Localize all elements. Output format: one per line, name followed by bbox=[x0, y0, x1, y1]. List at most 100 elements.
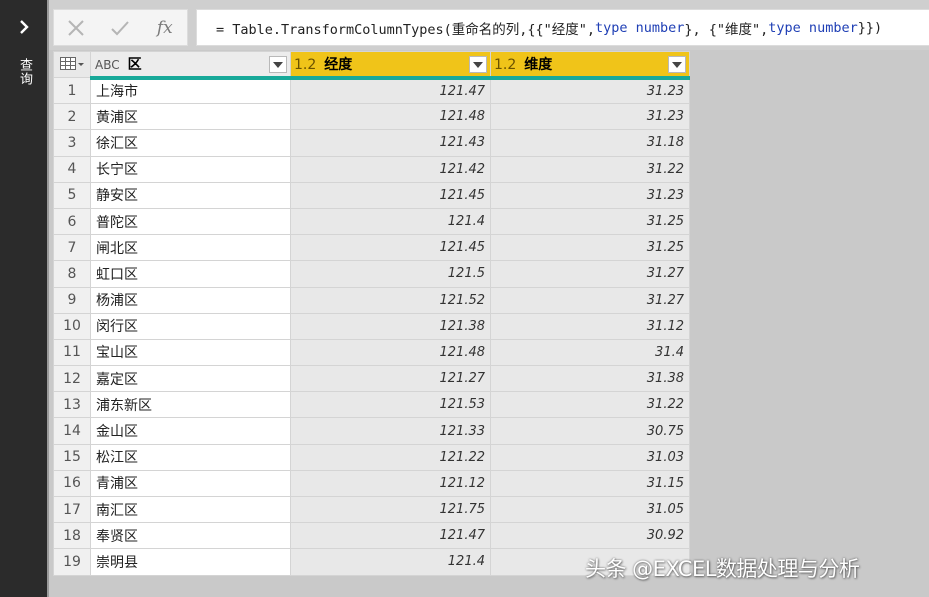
district-cell[interactable]: 金山区 bbox=[91, 418, 291, 444]
table-row[interactable]: 9杨浦区121.5231.27 bbox=[54, 287, 690, 313]
district-cell[interactable]: 闸北区 bbox=[91, 235, 291, 261]
latitude-cell[interactable]: 31.22 bbox=[491, 156, 690, 182]
longitude-cell[interactable]: 121.4 bbox=[291, 208, 491, 234]
table-row[interactable]: 16青浦区121.1231.15 bbox=[54, 470, 690, 496]
decimal-type-icon[interactable]: 1.2 bbox=[494, 57, 516, 73]
table-row[interactable]: 3徐汇区121.4331.18 bbox=[54, 130, 690, 156]
column-header-latitude[interactable]: 1.2维度 bbox=[491, 52, 690, 78]
longitude-cell[interactable]: 121.52 bbox=[291, 287, 491, 313]
table-row[interactable]: 2黄浦区121.4831.23 bbox=[54, 104, 690, 130]
longitude-cell[interactable]: 121.47 bbox=[291, 523, 491, 549]
row-number: 15 bbox=[54, 444, 91, 470]
table-row[interactable]: 8虹口区121.531.27 bbox=[54, 261, 690, 287]
longitude-cell[interactable]: 121.33 bbox=[291, 418, 491, 444]
district-cell[interactable]: 南汇区 bbox=[91, 497, 291, 523]
district-cell[interactable]: 虹口区 bbox=[91, 261, 291, 287]
expand-queries-button[interactable] bbox=[0, 10, 47, 44]
pane-divider bbox=[47, 0, 49, 597]
district-cell[interactable]: 闵行区 bbox=[91, 313, 291, 339]
longitude-cell[interactable]: 121.43 bbox=[291, 130, 491, 156]
latitude-cell[interactable]: 31.18 bbox=[491, 130, 690, 156]
column-name: 经度 bbox=[324, 57, 352, 73]
column-header-longitude[interactable]: 1.2 经度 bbox=[291, 52, 491, 78]
latitude-cell[interactable]: 31.05 bbox=[491, 497, 690, 523]
district-cell[interactable]: 静安区 bbox=[91, 182, 291, 208]
latitude-cell[interactable]: 31.25 bbox=[491, 208, 690, 234]
latitude-cell[interactable]: 31.23 bbox=[491, 104, 690, 130]
filter-dropdown-button[interactable] bbox=[469, 56, 487, 73]
table-row[interactable]: 18奉贤区121.4730.92 bbox=[54, 523, 690, 549]
district-cell[interactable]: 嘉定区 bbox=[91, 366, 291, 392]
district-cell[interactable]: 青浦区 bbox=[91, 470, 291, 496]
longitude-cell[interactable]: 121.47 bbox=[291, 78, 491, 104]
column-header-district[interactable]: ABC区 bbox=[91, 52, 291, 78]
district-cell[interactable]: 浦东新区 bbox=[91, 392, 291, 418]
table-row[interactable]: 15松江区121.2231.03 bbox=[54, 444, 690, 470]
longitude-cell[interactable]: 121.48 bbox=[291, 104, 491, 130]
insert-function-button[interactable]: fx bbox=[143, 10, 187, 45]
table-row[interactable]: 12嘉定区121.2731.38 bbox=[54, 366, 690, 392]
longitude-cell[interactable]: 121.45 bbox=[291, 182, 491, 208]
district-cell[interactable]: 普陀区 bbox=[91, 208, 291, 234]
district-cell[interactable]: 杨浦区 bbox=[91, 287, 291, 313]
table-row[interactable]: 5静安区121.4531.23 bbox=[54, 182, 690, 208]
longitude-cell[interactable]: 121.4 bbox=[291, 549, 491, 575]
district-cell[interactable]: 长宁区 bbox=[91, 156, 291, 182]
district-cell[interactable]: 黄浦区 bbox=[91, 104, 291, 130]
district-cell[interactable]: 徐汇区 bbox=[91, 130, 291, 156]
row-number: 3 bbox=[54, 130, 91, 156]
text-type-icon[interactable]: ABC bbox=[95, 58, 120, 72]
district-cell[interactable]: 松江区 bbox=[91, 444, 291, 470]
queries-label[interactable]: 查询 bbox=[12, 58, 34, 86]
latitude-cell[interactable]: 31.23 bbox=[491, 78, 690, 104]
latitude-cell[interactable]: 31.4 bbox=[491, 339, 690, 365]
row-number: 1 bbox=[54, 78, 91, 104]
table-row[interactable]: 7闸北区121.4531.25 bbox=[54, 235, 690, 261]
chevron-down-icon bbox=[273, 62, 283, 68]
longitude-cell[interactable]: 121.53 bbox=[291, 392, 491, 418]
table-row[interactable]: 14金山区121.3330.75 bbox=[54, 418, 690, 444]
longitude-cell[interactable]: 121.12 bbox=[291, 470, 491, 496]
latitude-cell[interactable]: 30.92 bbox=[491, 523, 690, 549]
table-menu-button[interactable] bbox=[54, 52, 91, 78]
latitude-cell[interactable]: 31.27 bbox=[491, 287, 690, 313]
row-number: 17 bbox=[54, 497, 91, 523]
table-row[interactable]: 13浦东新区121.5331.22 bbox=[54, 392, 690, 418]
filter-dropdown-button[interactable] bbox=[269, 56, 287, 73]
latitude-cell[interactable]: 31.12 bbox=[491, 313, 690, 339]
district-cell[interactable]: 宝山区 bbox=[91, 339, 291, 365]
longitude-cell[interactable]: 121.22 bbox=[291, 444, 491, 470]
table-row[interactable]: 10闵行区121.3831.12 bbox=[54, 313, 690, 339]
formula-input[interactable]: = Table.TransformColumnTypes(重命名的列,{{"经度… bbox=[196, 9, 929, 46]
table-row[interactable]: 17南汇区121.7531.05 bbox=[54, 497, 690, 523]
longitude-cell[interactable]: 121.5 bbox=[291, 261, 491, 287]
latitude-cell[interactable]: 31.23 bbox=[491, 182, 690, 208]
close-icon bbox=[67, 19, 85, 37]
table-row[interactable]: 11宝山区121.4831.4 bbox=[54, 339, 690, 365]
decimal-type-icon[interactable]: 1.2 bbox=[294, 57, 316, 73]
chevron-down-icon bbox=[473, 62, 483, 68]
longitude-cell[interactable]: 121.48 bbox=[291, 339, 491, 365]
latitude-cell[interactable]: 31.25 bbox=[491, 235, 690, 261]
latitude-cell[interactable]: 31.38 bbox=[491, 366, 690, 392]
latitude-cell[interactable]: 31.03 bbox=[491, 444, 690, 470]
longitude-cell[interactable]: 121.42 bbox=[291, 156, 491, 182]
longitude-cell[interactable]: 121.38 bbox=[291, 313, 491, 339]
district-cell[interactable]: 崇明县 bbox=[91, 549, 291, 575]
filter-dropdown-button[interactable] bbox=[668, 56, 686, 73]
longitude-cell[interactable]: 121.27 bbox=[291, 366, 491, 392]
latitude-cell[interactable]: 31.15 bbox=[491, 470, 690, 496]
district-cell[interactable]: 奉贤区 bbox=[91, 523, 291, 549]
latitude-cell[interactable]: 31.22 bbox=[491, 392, 690, 418]
table-row[interactable]: 6普陀区121.431.25 bbox=[54, 208, 690, 234]
table-row[interactable]: 1上海市121.4731.23 bbox=[54, 78, 690, 104]
cancel-button[interactable] bbox=[54, 10, 98, 45]
latitude-cell[interactable]: 30.75 bbox=[491, 418, 690, 444]
table-row[interactable]: 4长宁区121.4231.22 bbox=[54, 156, 690, 182]
commit-button[interactable] bbox=[98, 10, 142, 45]
longitude-cell[interactable]: 121.75 bbox=[291, 497, 491, 523]
longitude-cell[interactable]: 121.45 bbox=[291, 235, 491, 261]
latitude-cell[interactable]: 31.27 bbox=[491, 261, 690, 287]
district-cell[interactable]: 上海市 bbox=[91, 78, 291, 104]
watermark: 头条 @EXCEL数据处理与分析 bbox=[585, 553, 859, 583]
